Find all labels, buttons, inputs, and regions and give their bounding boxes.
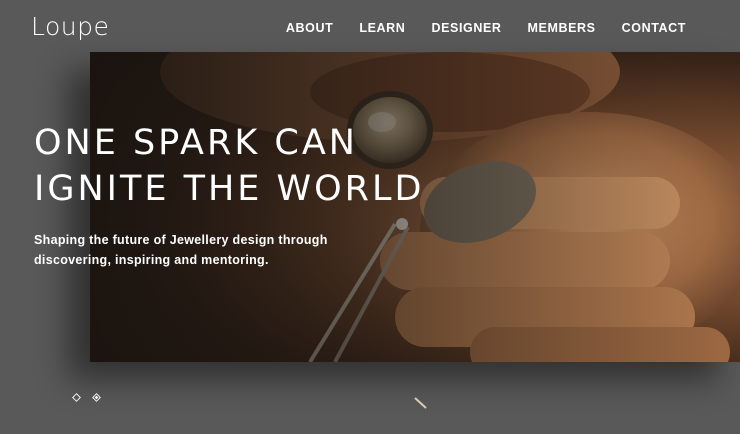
headline-line-1: ONE SPARK CAN [34,123,358,163]
slide-dot-icon[interactable] [72,393,81,402]
headline-line-2: IGNITE THE WORLD [34,169,425,209]
active-slide-dot-icon[interactable] [92,393,101,402]
subheading-line-2: discovering, inspiring and mentoring. [34,253,269,267]
nav-learn[interactable]: LEARN [359,20,405,36]
nav-contact[interactable]: CONTACT [622,20,686,36]
nav-designer[interactable]: DESIGNER [431,20,501,36]
logo[interactable]: Loupe [31,12,109,42]
hero-subheading: Shaping the future of Jewellery design t… [34,230,354,270]
nav-about[interactable]: ABOUT [286,20,333,36]
subheading-line-1: Shaping the future of Jewellery design t… [34,233,328,247]
scroll-indicator-icon[interactable] [414,397,428,409]
hero-headline: ONE SPARK CAN IGNITE THE WORLD [34,120,424,212]
nav-members[interactable]: MEMBERS [528,20,596,36]
slider-dots [72,393,101,402]
landing-page: Loupe ABOUT LEARN DESIGNER MEMBERS CONTA… [0,0,740,434]
main-nav: ABOUT LEARN DESIGNER MEMBERS CONTACT [286,20,686,36]
